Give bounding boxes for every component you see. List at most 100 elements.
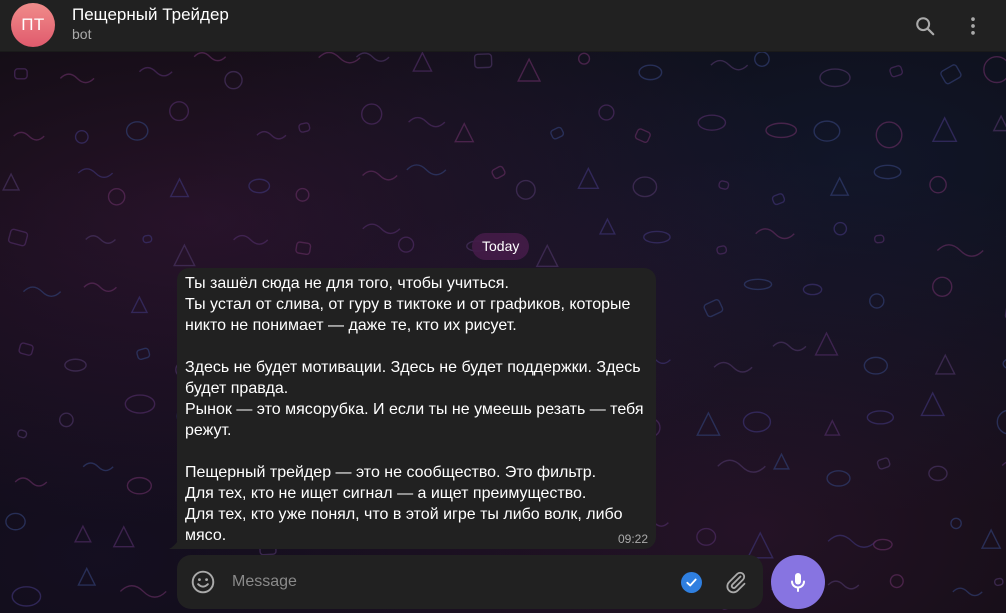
wallpaper-doodle	[824, 419, 841, 436]
wallpaper-doodle	[716, 245, 728, 255]
date-separator: Today	[472, 233, 530, 260]
wallpaper-doodle	[873, 164, 902, 180]
wallpaper-doodle	[713, 361, 753, 373]
wallpaper-doodle	[59, 73, 95, 84]
check-icon	[686, 578, 697, 587]
voice-record-button[interactable]	[771, 555, 825, 609]
check-button[interactable]	[681, 572, 702, 593]
wallpaper-doodle	[710, 59, 749, 71]
wallpaper-doodle	[64, 358, 87, 372]
wallpaper-doodle	[361, 103, 383, 125]
wallpaper-doodle	[772, 341, 807, 352]
wallpaper-doodle	[82, 462, 114, 472]
paperclip-icon	[726, 571, 746, 594]
wallpaper-doodle	[318, 52, 361, 64]
wallpaper-doodle	[112, 525, 135, 548]
wallpaper-doodle	[85, 235, 116, 244]
message-line: будет правда.	[185, 380, 289, 397]
wallpaper-doodle	[77, 168, 114, 179]
wallpaper-doodle	[408, 116, 446, 128]
message-line: Для тех, кто не ищет сигнал — а ищет пре…	[185, 485, 587, 502]
wallpaper-doodle	[355, 52, 390, 62]
wallpaper-doodle	[993, 577, 1004, 587]
wallpaper-doodle	[362, 170, 398, 181]
wallpaper-doodle	[83, 282, 117, 292]
wallpaper-doodle	[125, 121, 149, 141]
message-line	[185, 441, 648, 462]
wallpaper-doodle	[1001, 461, 1006, 466]
wallpaper-doodle	[952, 587, 983, 597]
wallpaper-doodle	[983, 55, 1006, 84]
wallpaper-doodle	[535, 243, 559, 267]
more-menu-button[interactable]	[953, 6, 993, 46]
bubble-tail	[169, 539, 179, 549]
wallpaper-doodle	[362, 223, 401, 235]
wallpaper-doodle	[863, 356, 889, 375]
wallpaper-doodle	[18, 342, 34, 356]
search-icon	[916, 17, 935, 36]
wallpaper-doodle	[980, 528, 1002, 549]
wallpaper-doodle	[58, 412, 74, 428]
wallpaper-doodle	[473, 53, 493, 69]
wallpaper-doodle	[746, 531, 774, 559]
message-line: Здесь не будет мотивации. Здесь не будет…	[185, 359, 641, 376]
wallpaper-doodle	[2, 172, 21, 191]
wallpaper-doodle	[875, 121, 903, 149]
wallpaper-doodle	[577, 52, 591, 65]
wallpaper-doodle	[13, 131, 45, 141]
more-vertical-icon	[971, 17, 975, 35]
wallpaper-doodle	[73, 524, 92, 543]
message-time: 09:22	[617, 532, 648, 546]
wallpaper-doodle	[74, 129, 89, 144]
wallpaper-doodle	[491, 165, 506, 180]
wallpaper-doodle	[77, 566, 97, 586]
wallpaper-doodle	[169, 177, 190, 198]
wallpaper-doodle	[17, 429, 28, 439]
wallpaper-doodle	[233, 234, 269, 245]
emoji-button[interactable]	[189, 568, 217, 596]
wallpaper-doodle	[295, 187, 310, 202]
avatar[interactable]: ПТ	[11, 3, 55, 47]
message-bubble[interactable]: Ты зашёл сюда не для того, чтобы учиться…	[177, 268, 656, 549]
wallpaper-doodle	[136, 347, 151, 361]
wallpaper-doodle	[696, 411, 721, 436]
wallpaper-doodle	[765, 122, 798, 139]
wallpaper-doodle	[932, 276, 953, 297]
message-line	[185, 336, 648, 357]
wallpaper-doodle	[119, 585, 167, 598]
wallpaper-doodle	[130, 295, 149, 314]
wallpaper-doodle	[874, 234, 885, 244]
attach-button[interactable]	[723, 569, 749, 595]
wallpaper-doodle	[833, 221, 848, 236]
wallpaper-doodle	[889, 574, 904, 589]
message-input[interactable]	[232, 570, 662, 594]
wallpaper-doodle	[406, 164, 447, 176]
wallpaper-doodle	[827, 580, 860, 590]
wallpaper-doodle	[928, 465, 948, 482]
chat-title[interactable]: Пещерный Трейдер	[72, 5, 229, 25]
wallpaper-doodle	[14, 477, 48, 487]
wallpaper-doodle	[929, 175, 947, 194]
wallpaper-doodle	[696, 527, 717, 546]
wallpaper-doodle	[454, 122, 475, 143]
message-line: Ты устал от слива, от гуру в тиктоке и о…	[185, 296, 631, 313]
wallpaper-doodle	[772, 452, 790, 470]
wallpaper-doodle	[173, 243, 196, 267]
wallpaper-doodle	[634, 128, 651, 143]
wallpaper-doodle	[256, 130, 287, 140]
wallpaper-doodle	[598, 104, 615, 121]
wallpaper-doodle	[193, 52, 227, 62]
wallpaper-doodle	[397, 236, 415, 253]
wallpaper-doodle	[771, 193, 786, 206]
wallpaper-doodle	[643, 230, 671, 244]
wallpaper-doodle	[876, 457, 891, 470]
wallpaper-doodle	[743, 278, 773, 291]
search-button[interactable]	[905, 6, 945, 46]
wallpaper-doodle	[718, 180, 730, 190]
wallpaper-doodle	[717, 459, 766, 473]
wallpaper-doodle	[754, 52, 770, 67]
wallpaper-doodle	[829, 176, 850, 196]
microphone-icon	[791, 573, 805, 592]
wallpaper-doodle	[872, 538, 893, 551]
wallpaper-doodle	[802, 283, 823, 296]
